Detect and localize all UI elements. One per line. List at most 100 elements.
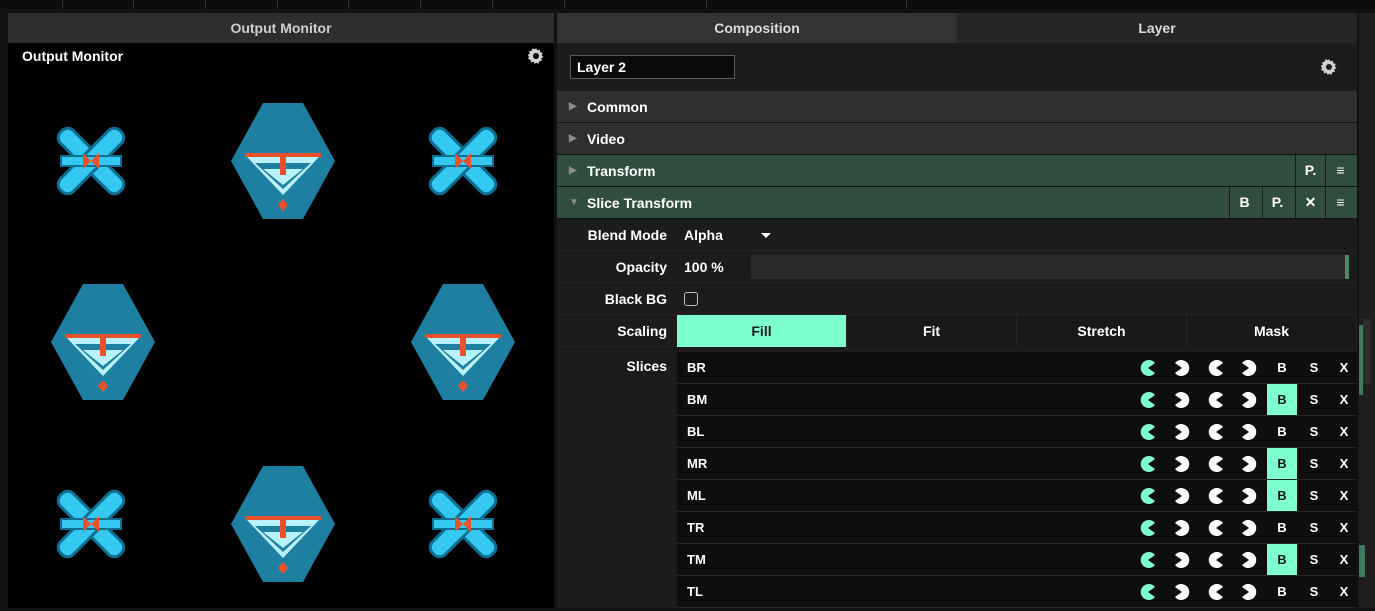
scrollbar[interactable] — [1359, 13, 1375, 608]
blend-mode-select[interactable]: Alpha — [684, 227, 723, 243]
pacman-right-icon[interactable] — [1240, 519, 1258, 537]
slices-label: Slices — [626, 358, 667, 374]
gear-icon[interactable] — [528, 48, 544, 64]
slice-row[interactable]: BL B S X — [677, 416, 1357, 448]
pacman-left-icon[interactable] — [1207, 359, 1225, 377]
pacman-left-active-icon[interactable] — [1139, 519, 1157, 537]
collapse-arrow-icon[interactable]: ▼ — [569, 197, 579, 208]
pacman-right-icon[interactable] — [1240, 455, 1258, 473]
expand-arrow-icon[interactable]: ▶ — [569, 101, 577, 112]
gear-icon[interactable] — [1321, 59, 1337, 75]
pacman-left-active-icon[interactable] — [1139, 487, 1157, 505]
pacman-right-icon[interactable] — [1173, 551, 1191, 569]
slice-solo-button[interactable]: S — [1299, 416, 1329, 447]
slice-transform-menu-button[interactable]: ≡ — [1325, 187, 1355, 218]
slice-remove-button[interactable]: X — [1329, 480, 1359, 511]
transform-menu-button[interactable]: ≡ — [1325, 155, 1355, 186]
slice-solo-button[interactable]: S — [1299, 544, 1329, 575]
slice-row[interactable]: ML B S X — [677, 480, 1357, 512]
slice-transform-b-button[interactable]: B — [1229, 187, 1259, 218]
pacman-right-icon[interactable] — [1240, 583, 1258, 601]
slice-transform-p-button[interactable]: P. — [1262, 187, 1292, 218]
pacman-left-icon[interactable] — [1207, 551, 1225, 569]
black-bg-checkbox[interactable] — [684, 292, 698, 306]
strip-divider — [492, 0, 493, 9]
scaling-mask-button[interactable]: Mask — [1187, 315, 1357, 347]
slice-solo-button[interactable]: S — [1299, 480, 1329, 511]
section-slice-transform[interactable]: ▼ Slice Transform B P. ✕ ≡ — [557, 187, 1357, 219]
pacman-right-icon[interactable] — [1240, 391, 1258, 409]
x-shape — [56, 489, 126, 559]
slice-b-toggle[interactable]: B — [1267, 416, 1297, 447]
section-common[interactable]: ▶ Common — [557, 91, 1357, 123]
pacman-left-active-icon[interactable] — [1139, 583, 1157, 601]
pacman-right-icon[interactable] — [1173, 391, 1191, 409]
scaling-fill-button[interactable]: Fill — [677, 315, 847, 347]
opacity-slider-handle[interactable] — [1345, 255, 1349, 279]
slice-solo-button[interactable]: S — [1299, 448, 1329, 479]
output-monitor-tab[interactable]: Output Monitor — [8, 13, 554, 43]
slice-solo-button[interactable]: S — [1299, 576, 1329, 607]
slice-b-toggle[interactable]: B — [1267, 512, 1297, 543]
tab-layer[interactable]: Layer — [957, 13, 1357, 43]
slice-b-toggle[interactable]: B — [1267, 384, 1297, 415]
section-transform[interactable]: ▶ Transform P. ≡ — [557, 155, 1357, 187]
transform-p-button[interactable]: P. — [1295, 155, 1325, 186]
slice-b-toggle[interactable]: B — [1267, 352, 1297, 383]
slice-b-toggle[interactable]: B — [1267, 480, 1297, 511]
pacman-right-icon[interactable] — [1173, 519, 1191, 537]
slice-row[interactable]: TL B S X — [677, 576, 1357, 608]
slice-b-toggle[interactable]: B — [1267, 544, 1297, 575]
pacman-left-active-icon[interactable] — [1139, 551, 1157, 569]
expand-arrow-icon[interactable]: ▶ — [569, 165, 577, 176]
pacman-left-active-icon[interactable] — [1139, 423, 1157, 441]
slice-row[interactable]: BR B S X — [677, 352, 1357, 384]
pacman-left-icon[interactable] — [1207, 583, 1225, 601]
pacman-right-icon[interactable] — [1173, 487, 1191, 505]
slice-row[interactable]: TM B S X — [677, 544, 1357, 576]
pacman-left-icon[interactable] — [1207, 487, 1225, 505]
pacman-left-icon[interactable] — [1207, 391, 1225, 409]
pacman-left-active-icon[interactable] — [1139, 391, 1157, 409]
pacman-right-icon[interactable] — [1173, 455, 1191, 473]
scrollbar-thumb[interactable] — [1363, 319, 1371, 384]
slice-solo-button[interactable]: S — [1299, 512, 1329, 543]
tab-composition[interactable]: Composition — [557, 13, 957, 43]
opacity-value[interactable]: 100 % — [684, 259, 724, 275]
pacman-right-icon[interactable] — [1173, 423, 1191, 441]
pacman-right-icon[interactable] — [1173, 583, 1191, 601]
expand-arrow-icon[interactable]: ▶ — [569, 133, 577, 144]
slice-solo-button[interactable]: S — [1299, 384, 1329, 415]
pacman-right-icon[interactable] — [1240, 487, 1258, 505]
pacman-left-icon[interactable] — [1207, 455, 1225, 473]
slice-remove-button[interactable]: X — [1329, 448, 1359, 479]
slice-remove-button[interactable]: X — [1329, 544, 1359, 575]
pacman-right-icon[interactable] — [1240, 423, 1258, 441]
scaling-fit-button[interactable]: Fit — [847, 315, 1017, 347]
scaling-stretch-button[interactable]: Stretch — [1017, 315, 1187, 347]
slice-row[interactable]: BM B S X — [677, 384, 1357, 416]
pacman-left-icon[interactable] — [1207, 519, 1225, 537]
slice-transform-remove-button[interactable]: ✕ — [1295, 187, 1325, 218]
slice-b-toggle[interactable]: B — [1267, 448, 1297, 479]
slice-remove-button[interactable]: X — [1329, 352, 1359, 383]
slice-row[interactable]: MR B S X — [677, 448, 1357, 480]
slice-row[interactable]: TR B S X — [677, 512, 1357, 544]
pacman-right-icon[interactable] — [1240, 551, 1258, 569]
section-title: Video — [587, 131, 625, 147]
pacman-right-icon[interactable] — [1173, 359, 1191, 377]
section-video[interactable]: ▶ Video — [557, 123, 1357, 155]
slice-b-toggle[interactable]: B — [1267, 576, 1297, 607]
slice-remove-button[interactable]: X — [1329, 512, 1359, 543]
slice-solo-button[interactable]: S — [1299, 352, 1329, 383]
slice-remove-button[interactable]: X — [1329, 576, 1359, 607]
pacman-left-icon[interactable] — [1207, 423, 1225, 441]
pacman-left-active-icon[interactable] — [1139, 359, 1157, 377]
layer-name-field[interactable]: Layer 2 — [570, 55, 735, 79]
slice-remove-button[interactable]: X — [1329, 384, 1359, 415]
slice-remove-button[interactable]: X — [1329, 416, 1359, 447]
pacman-left-active-icon[interactable] — [1139, 455, 1157, 473]
opacity-slider[interactable] — [751, 255, 1349, 279]
pacman-right-icon[interactable] — [1240, 359, 1258, 377]
chevron-down-icon[interactable] — [761, 233, 771, 238]
